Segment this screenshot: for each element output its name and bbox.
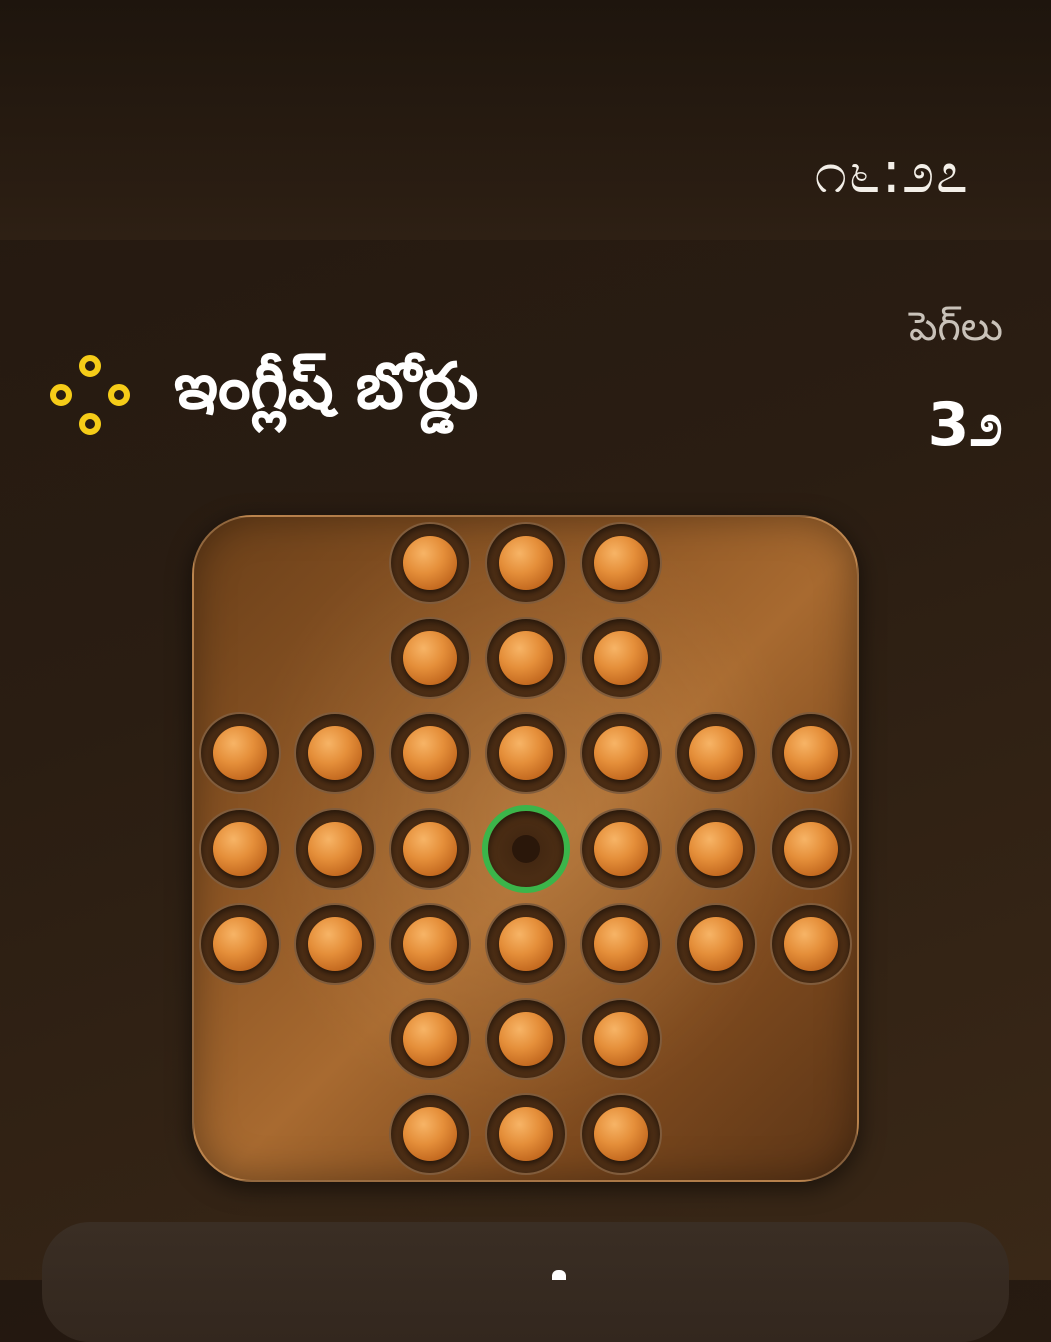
empty-hole-selected[interactable] — [481, 804, 570, 893]
peg[interactable] — [212, 916, 267, 971]
peg-count-value: 3೨ — [927, 390, 1003, 460]
peg[interactable] — [498, 631, 553, 686]
peg[interactable] — [308, 821, 363, 876]
board-hole-r6-c4[interactable] — [579, 1093, 662, 1176]
board-hole-r4-c2[interactable] — [389, 902, 472, 985]
peg-solitaire-board — [192, 515, 859, 1182]
board-hole-r2-c2[interactable] — [389, 712, 472, 795]
board-hole-r3-c4[interactable] — [579, 807, 662, 890]
peg[interactable] — [784, 916, 839, 971]
peg[interactable] — [498, 1011, 553, 1066]
peg[interactable] — [688, 916, 743, 971]
board-hole-r2-c4[interactable] — [579, 712, 662, 795]
board-hole-r3-c0[interactable] — [198, 807, 281, 890]
peg[interactable] — [403, 631, 458, 686]
board-hole-r5-c4[interactable] — [579, 997, 662, 1080]
board-hole-r1-c4[interactable] — [579, 617, 662, 700]
board-hole-r0-c2[interactable] — [389, 521, 472, 604]
peg[interactable] — [784, 726, 839, 781]
peg[interactable] — [212, 821, 267, 876]
peg-count-label: పెగ్‌లు — [909, 304, 1003, 350]
board-title: ఇంగ్లీష్ బోర్డు — [174, 350, 479, 424]
board-hole-r4-c0[interactable] — [198, 902, 281, 985]
board-hole-r5-c3[interactable] — [484, 997, 567, 1080]
peg[interactable] — [403, 916, 458, 971]
board-hole-r4-c4[interactable] — [579, 902, 662, 985]
status-bar: ೧೬:೨೭ — [0, 0, 1051, 240]
board-hole-r6-c2[interactable] — [389, 1093, 472, 1176]
board-hole-r1-c3[interactable] — [484, 617, 567, 700]
bottom-panel[interactable] — [42, 1222, 1009, 1342]
peg[interactable] — [593, 726, 648, 781]
board-hole-r2-c0[interactable] — [198, 712, 281, 795]
board-hole-r4-c1[interactable] — [294, 902, 377, 985]
board-hole-r4-c5[interactable] — [674, 902, 757, 985]
status-clock: ೧೬:೨೭ — [814, 138, 969, 206]
board-hole-r3-c1[interactable] — [294, 807, 377, 890]
board-hole-r2-c3[interactable] — [484, 712, 567, 795]
board-hole-r3-c2[interactable] — [389, 807, 472, 890]
title-group: ఇంగ్లీష్ బోర్డు — [46, 350, 478, 439]
peg[interactable] — [403, 726, 458, 781]
peg[interactable] — [498, 535, 553, 590]
game-header: ఇంగ్లీష్ బోర్డు పెగ్‌లు 3೨ — [0, 240, 1051, 500]
peg[interactable] — [212, 726, 267, 781]
board-hole-r5-c2[interactable] — [389, 997, 472, 1080]
empty-hole-center — [511, 834, 540, 863]
peg[interactable] — [308, 916, 363, 971]
peg[interactable] — [403, 535, 458, 590]
board-hole-r0-c3[interactable] — [484, 521, 567, 604]
peg[interactable] — [593, 535, 648, 590]
peg[interactable] — [593, 821, 648, 876]
peg[interactable] — [593, 1107, 648, 1162]
four-rings-icon — [46, 351, 134, 439]
peg[interactable] — [593, 1011, 648, 1066]
peg[interactable] — [403, 1107, 458, 1162]
peg[interactable] — [593, 631, 648, 686]
peg[interactable] — [403, 821, 458, 876]
board-hole-r2-c5[interactable] — [674, 712, 757, 795]
peg[interactable] — [688, 726, 743, 781]
peg[interactable] — [784, 821, 839, 876]
peg[interactable] — [498, 1107, 553, 1162]
board-hole-r2-c6[interactable] — [770, 712, 853, 795]
board-hole-r0-c4[interactable] — [579, 521, 662, 604]
bottom-panel-glyph — [552, 1270, 566, 1280]
board-hole-r4-c3[interactable] — [484, 902, 567, 985]
peg[interactable] — [403, 1011, 458, 1066]
board-hole-r3-c6[interactable] — [770, 807, 853, 890]
peg[interactable] — [308, 726, 363, 781]
board-hole-r3-c5[interactable] — [674, 807, 757, 890]
peg[interactable] — [498, 726, 553, 781]
peg[interactable] — [498, 916, 553, 971]
board-hole-r2-c1[interactable] — [294, 712, 377, 795]
peg[interactable] — [688, 821, 743, 876]
board-hole-r1-c2[interactable] — [389, 617, 472, 700]
board-hole-r4-c6[interactable] — [770, 902, 853, 985]
board-hole-r6-c3[interactable] — [484, 1093, 567, 1176]
peg[interactable] — [593, 916, 648, 971]
